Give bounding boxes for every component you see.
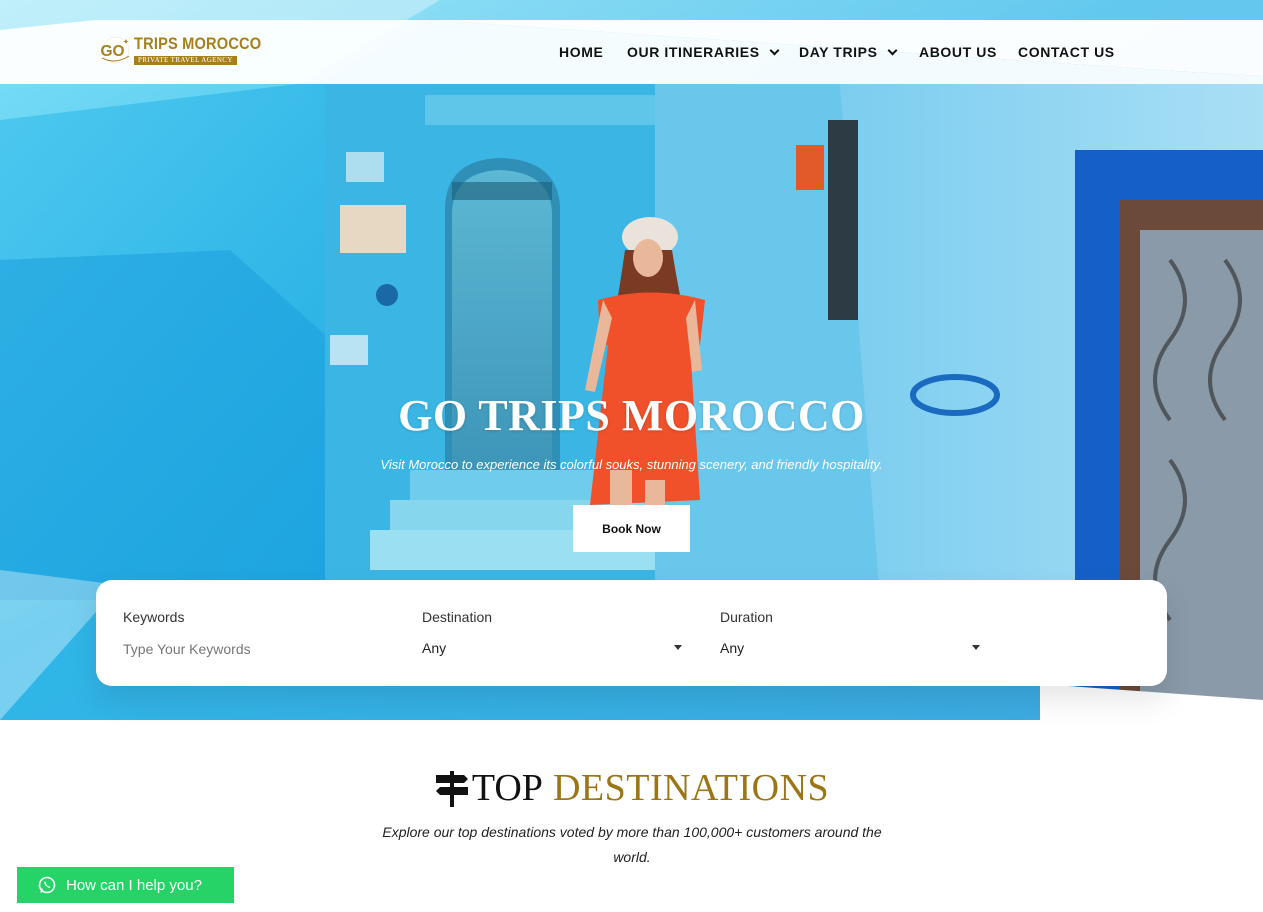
nav-item-label: ABOUT US bbox=[919, 44, 997, 60]
duration-field: Duration Any bbox=[720, 580, 980, 686]
keywords-label: Keywords bbox=[123, 609, 185, 625]
book-now-button[interactable]: Book Now bbox=[573, 505, 690, 552]
site-header: GO TRIPS MOROCCO PRIVATE TRAVEL AGENCY H… bbox=[0, 0, 1263, 84]
destination-field: Destination Any bbox=[422, 580, 682, 686]
nav-item-label: OUR ITINERARIES bbox=[627, 44, 760, 60]
nav-item-label: DAY TRIPS bbox=[799, 44, 878, 60]
nav-item-about-us[interactable]: ABOUT US bbox=[919, 44, 997, 60]
trip-search-form: Keywords Destination Any Duration Any bbox=[96, 580, 1167, 686]
destination-select-value: Any bbox=[422, 640, 447, 656]
hero-title: GO TRIPS MOROCCO bbox=[398, 391, 865, 440]
duration-select-value: Any bbox=[720, 640, 745, 656]
keywords-field: Keywords bbox=[123, 580, 383, 686]
keywords-input[interactable] bbox=[123, 640, 353, 658]
caret-down-icon bbox=[674, 645, 682, 650]
whatsapp-chat-label: How can I help you? bbox=[66, 876, 202, 894]
chevron-down-icon bbox=[887, 45, 897, 55]
nav-item-contact-us[interactable]: CONTACT US bbox=[1018, 44, 1115, 60]
main-nav: HOME OUR ITINERARIES DAY TRIPS ABOUT US … bbox=[0, 44, 1263, 64]
duration-label: Duration bbox=[720, 609, 773, 625]
top-destinations-description: Explore our top destinations voted by mo… bbox=[382, 824, 882, 865]
destination-label: Destination bbox=[422, 609, 493, 625]
nav-item-label: CONTACT US bbox=[1018, 44, 1115, 60]
duration-select[interactable]: Any bbox=[720, 640, 980, 658]
caret-down-icon bbox=[972, 645, 980, 650]
whatsapp-chat-button[interactable]: How can I help you? bbox=[17, 867, 234, 903]
hero-subtitle: Visit Morocco to experience its colorful… bbox=[380, 457, 883, 472]
nav-item-home[interactable]: HOME bbox=[559, 44, 603, 60]
chevron-down-icon bbox=[769, 45, 780, 55]
top-destinations-heading: TOP DESTINATIONS bbox=[0, 766, 1263, 810]
nav-item-label: HOME bbox=[559, 44, 604, 60]
whatsapp-icon bbox=[38, 876, 56, 894]
destination-select[interactable]: Any bbox=[422, 640, 682, 658]
section-title-part2: DESTINATIONS bbox=[552, 767, 830, 809]
nav-item-our-itineraries[interactable]: OUR ITINERARIES bbox=[627, 44, 780, 60]
nav-item-day-trips[interactable]: DAY TRIPS bbox=[799, 44, 897, 60]
signpost-icon bbox=[435, 771, 468, 807]
section-title-part1: TOP bbox=[471, 767, 543, 809]
